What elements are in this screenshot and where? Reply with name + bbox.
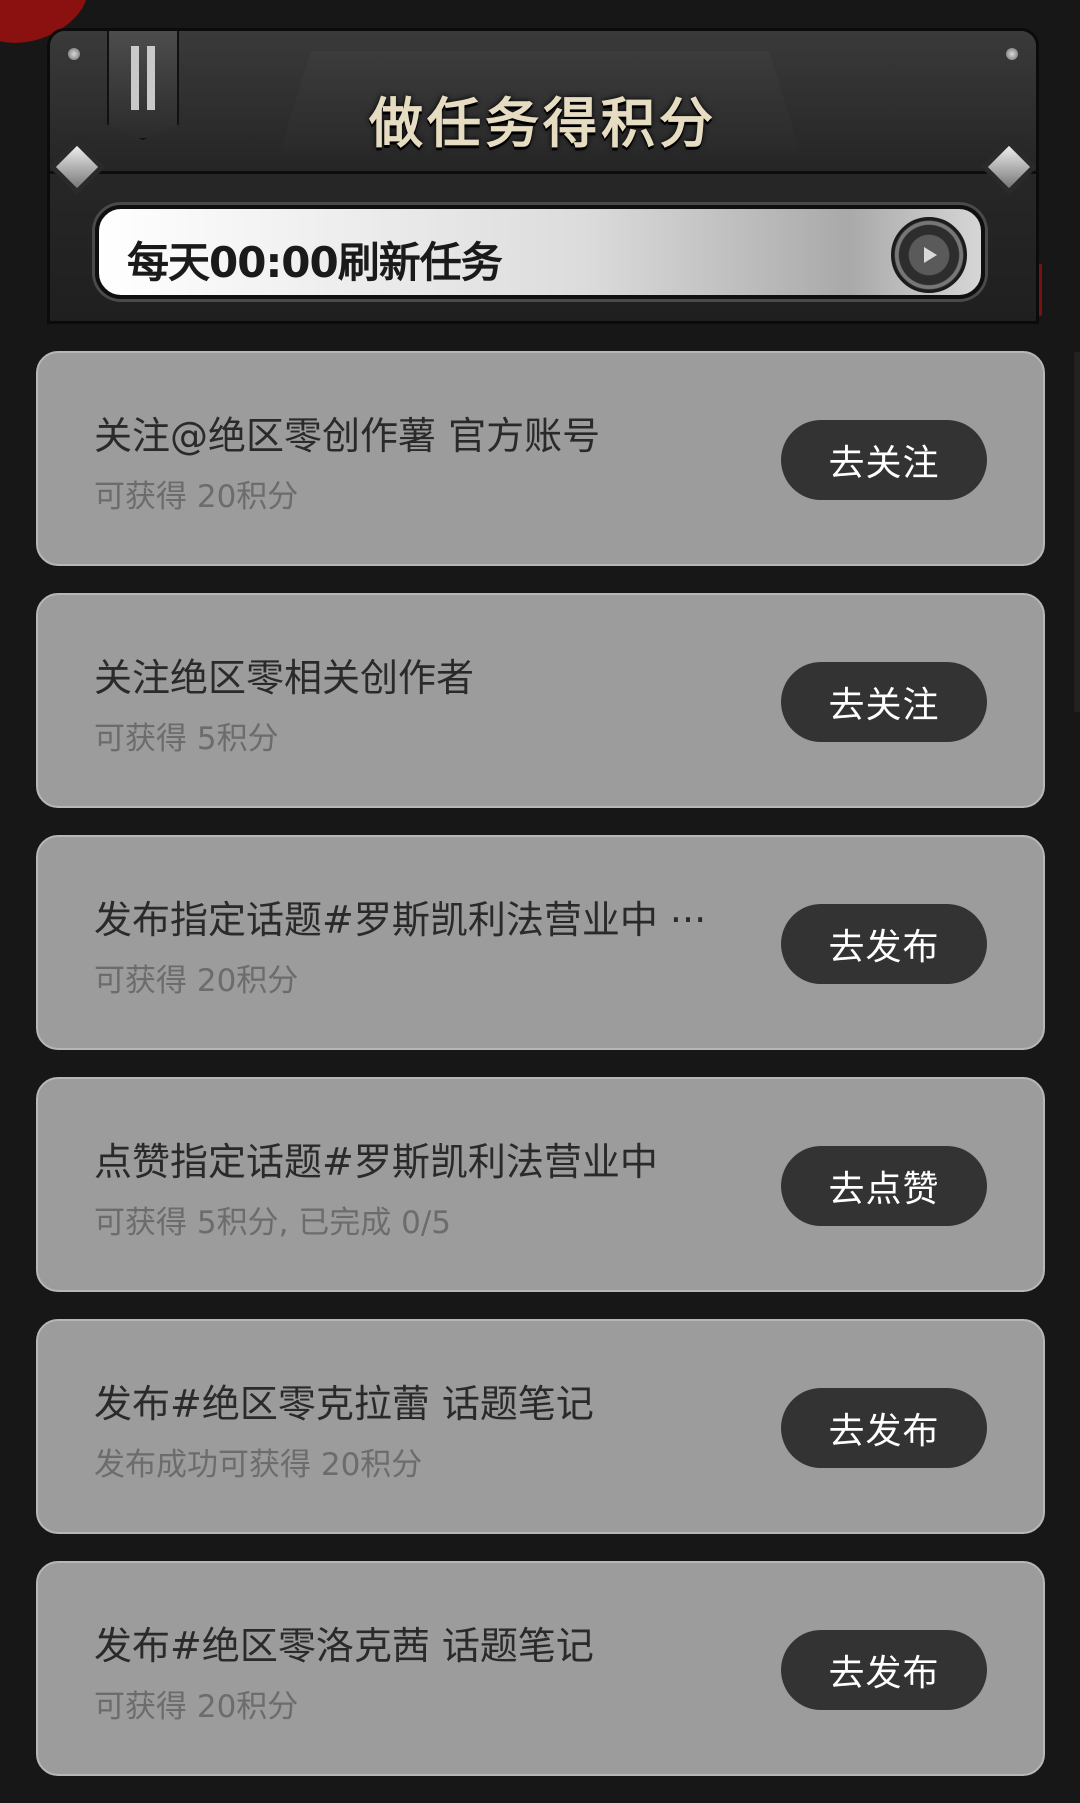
task-card: 点赞指定话题#罗斯凯利法营业中 可获得 5积分, 已完成 0/5 去点赞 (36, 1077, 1045, 1292)
daily-refresh-banner: 每天00:00刷新任务 (95, 205, 985, 299)
task-card: 发布指定话题#罗斯凯利法营业中 ··· 可获得 20积分 去发布 (36, 835, 1045, 1050)
task-header-panel: 做任务得积分 每天00:00刷新任务 (47, 28, 1039, 324)
refresh-notice: 每天00:00刷新任务 (127, 238, 503, 287)
page-title: 做任务得积分 (369, 92, 717, 155)
roman-numeral-stroke (131, 46, 139, 110)
task-reward: 可获得 20积分 (94, 479, 299, 515)
task-reward: 可获得 20积分 (94, 963, 299, 999)
rivet-icon (68, 48, 80, 60)
header-title-plate: 做任务得积分 (50, 31, 1036, 196)
play-triangle-icon (924, 247, 937, 263)
follow-button[interactable]: 去关注 (781, 420, 987, 500)
task-title: 关注@绝区零创作薯 官方账号 (94, 414, 601, 458)
task-card: 关注绝区零相关创作者 可获得 5积分 去关注 (36, 593, 1045, 808)
scrollbar-thumb[interactable] (1074, 352, 1080, 712)
publish-button[interactable]: 去发布 (781, 1388, 987, 1468)
task-list: 关注@绝区零创作薯 官方账号 可获得 20积分 去关注 关注绝区零相关创作者 可… (36, 351, 1045, 1803)
follow-button[interactable]: 去关注 (781, 662, 987, 742)
task-card: 发布#绝区零克拉蕾 话题笔记 发布成功可获得 20积分 去发布 (36, 1319, 1045, 1534)
task-title: 点赞指定话题#罗斯凯利法营业中 (94, 1140, 658, 1184)
task-title: 发布指定话题#罗斯凯利法营业中 ··· (94, 898, 707, 942)
task-title: 发布#绝区零洛克茜 话题笔记 (94, 1624, 594, 1668)
like-button[interactable]: 去点赞 (781, 1146, 987, 1226)
roman-numeral-badge (107, 31, 179, 140)
task-reward: 可获得 5积分, 已完成 0/5 (94, 1205, 452, 1241)
task-title: 关注绝区零相关创作者 (94, 656, 475, 700)
roman-numeral-stroke (147, 46, 155, 110)
task-reward: 发布成功可获得 20积分 (94, 1447, 423, 1483)
task-title: 发布#绝区零克拉蕾 话题笔记 (94, 1382, 594, 1426)
task-card: 发布#绝区零洛克茜 话题笔记 可获得 20积分 去发布 (36, 1561, 1045, 1776)
rivet-icon (1006, 48, 1018, 60)
task-reward: 可获得 5积分 (94, 721, 279, 757)
play-disc-icon (891, 217, 967, 293)
task-card: 关注@绝区零创作薯 官方账号 可获得 20积分 去关注 (36, 351, 1045, 566)
publish-button[interactable]: 去发布 (781, 1630, 987, 1710)
task-reward: 可获得 20积分 (94, 1689, 299, 1725)
publish-button[interactable]: 去发布 (781, 904, 987, 984)
